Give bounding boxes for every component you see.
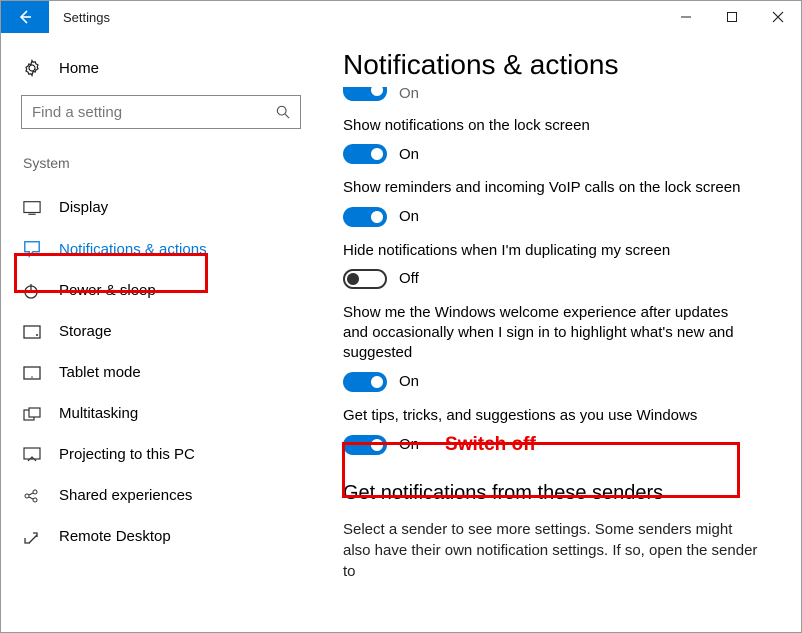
annotation-text: Switch off bbox=[445, 434, 536, 456]
setting-desc: Show me the Windows welcome experience a… bbox=[343, 303, 753, 364]
power-icon bbox=[23, 283, 43, 299]
setting-welcome-experience: Show me the Windows welcome experience a… bbox=[343, 303, 779, 392]
sidebar-item-tablet[interactable]: Tablet mode bbox=[21, 352, 315, 393]
sidebar-item-label: Shared experiences bbox=[59, 487, 192, 504]
display-icon bbox=[23, 200, 43, 216]
sidebar-item-label: Projecting to this PC bbox=[59, 446, 195, 463]
home-link[interactable]: Home bbox=[21, 53, 315, 95]
setting-hide-duplicating: Hide notifications when I'm duplicating … bbox=[343, 241, 779, 289]
sidebar-item-projecting[interactable]: Projecting to this PC bbox=[21, 434, 315, 475]
sidebar-item-label: Power & sleep bbox=[59, 282, 156, 299]
maximize-button[interactable] bbox=[709, 1, 755, 33]
toggle-state: On bbox=[399, 85, 419, 102]
setting-lock-screen-reminders: Show reminders and incoming VoIP calls o… bbox=[343, 178, 779, 226]
sidebar-item-label: Multitasking bbox=[59, 405, 138, 422]
maximize-icon bbox=[726, 11, 738, 23]
sidebar-item-label: Storage bbox=[59, 323, 112, 340]
titlebar: Settings bbox=[1, 1, 801, 33]
toggle-switch[interactable] bbox=[343, 269, 387, 289]
setting-desc: Get tips, tricks, and suggestions as you… bbox=[343, 406, 753, 426]
storage-icon bbox=[23, 325, 43, 339]
senders-heading: Get notifications from these senders bbox=[343, 482, 779, 505]
gear-icon bbox=[23, 59, 43, 77]
close-button[interactable] bbox=[755, 1, 801, 33]
sidebar-item-power[interactable]: Power & sleep bbox=[21, 270, 315, 311]
sidebar-item-label: Tablet mode bbox=[59, 364, 141, 381]
window-controls bbox=[663, 1, 801, 33]
search-input[interactable] bbox=[21, 95, 301, 129]
toggle-switch[interactable] bbox=[343, 144, 387, 164]
toggle-switch[interactable] bbox=[343, 87, 387, 101]
senders-body: Select a sender to see more settings. So… bbox=[343, 519, 763, 582]
group-label: System bbox=[23, 155, 315, 171]
sidebar-item-label: Remote Desktop bbox=[59, 528, 171, 545]
sidebar-item-label: Display bbox=[59, 199, 108, 216]
setting-desc: Show notifications on the lock screen bbox=[343, 116, 753, 136]
toggle-switch[interactable] bbox=[343, 207, 387, 227]
arrow-left-icon bbox=[17, 9, 33, 25]
minimize-icon bbox=[680, 11, 692, 23]
sidebar-item-shared[interactable]: Shared experiences bbox=[21, 475, 315, 516]
back-button[interactable] bbox=[1, 1, 49, 33]
notification-icon bbox=[23, 240, 43, 258]
search-icon bbox=[276, 105, 290, 119]
tablet-icon bbox=[23, 366, 43, 380]
search-field[interactable] bbox=[32, 104, 276, 121]
projecting-icon bbox=[23, 447, 43, 463]
setting-desc: Hide notifications when I'm duplicating … bbox=[343, 241, 753, 261]
toggle-state: Off bbox=[399, 270, 419, 287]
close-icon bbox=[772, 11, 784, 23]
toggle-switch[interactable] bbox=[343, 435, 387, 455]
toggle-state: On bbox=[399, 208, 419, 225]
minimize-button[interactable] bbox=[663, 1, 709, 33]
toggle-state: On bbox=[399, 373, 419, 390]
setting-tips-tricks: Get tips, tricks, and suggestions as you… bbox=[343, 406, 779, 456]
window-title: Settings bbox=[63, 10, 110, 25]
sidebar: Home System Display Notifications & acti… bbox=[1, 33, 321, 632]
remote-icon bbox=[23, 529, 43, 545]
setting-desc: Show reminders and incoming VoIP calls o… bbox=[343, 178, 753, 198]
setting-lock-screen-notifications: Show notifications on the lock screen On bbox=[343, 116, 779, 164]
page-title: Notifications & actions bbox=[343, 49, 779, 81]
toggle-state: On bbox=[399, 146, 419, 163]
toggle-switch[interactable] bbox=[343, 372, 387, 392]
cutoff-toggle-row: On bbox=[343, 85, 779, 102]
sidebar-item-storage[interactable]: Storage bbox=[21, 311, 315, 352]
share-icon bbox=[23, 488, 43, 504]
sidebar-item-label: Notifications & actions bbox=[59, 241, 207, 258]
home-label: Home bbox=[59, 60, 99, 77]
toggle-state: On bbox=[399, 436, 419, 453]
sidebar-item-notifications[interactable]: Notifications & actions bbox=[21, 228, 315, 270]
sidebar-item-multitasking[interactable]: Multitasking bbox=[21, 393, 315, 434]
multitasking-icon bbox=[23, 407, 43, 421]
sidebar-item-display[interactable]: Display bbox=[21, 187, 315, 228]
main-panel: Notifications & actions On Show notifica… bbox=[321, 33, 801, 632]
sidebar-item-remote[interactable]: Remote Desktop bbox=[21, 516, 315, 557]
